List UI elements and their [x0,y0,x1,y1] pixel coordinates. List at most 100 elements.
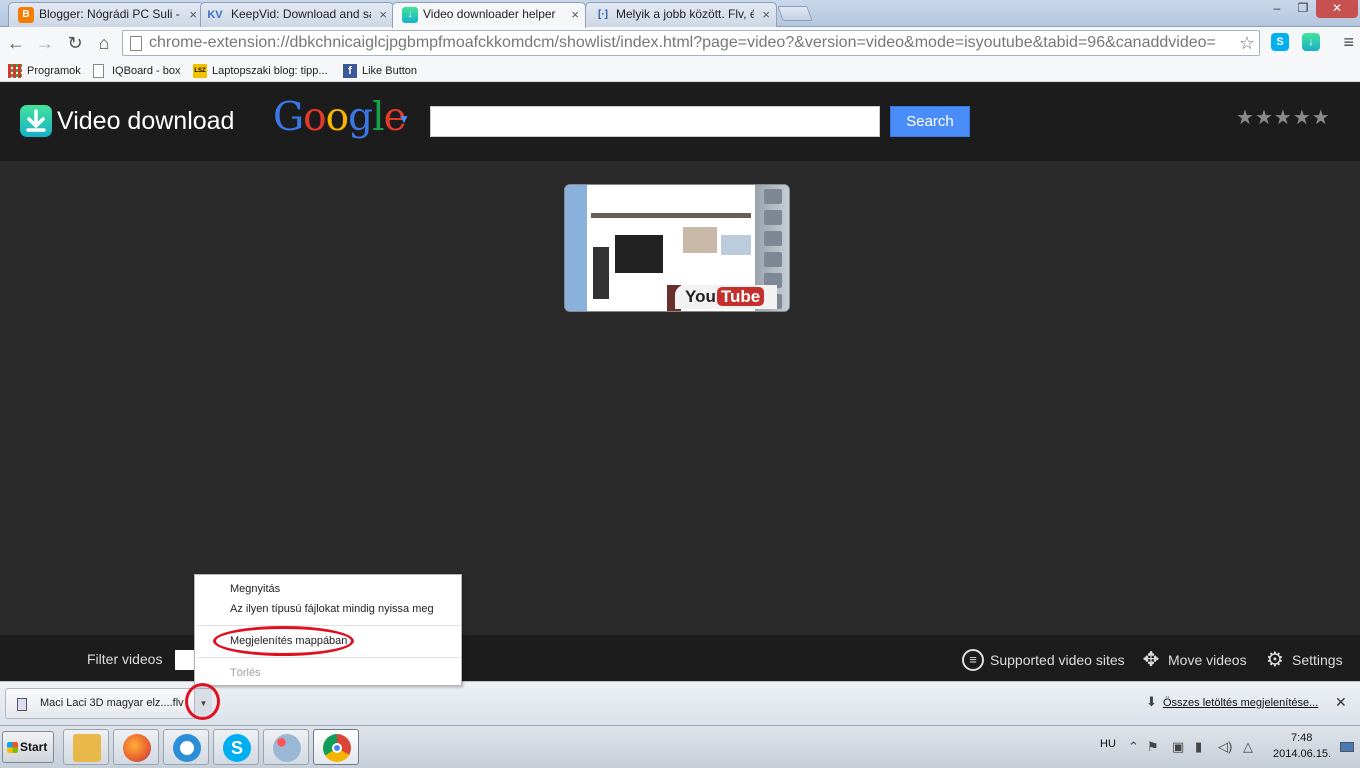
menu-separator [196,625,461,626]
tab-label: KeepVid: Download and save [231,7,371,21]
reload-button[interactable]: ↻ [63,31,87,55]
video-thumbnail[interactable]: You Tube [564,184,790,312]
close-download-shelf-button[interactable]: ✕ [1335,694,1347,711]
close-tab-icon[interactable]: × [189,3,197,26]
keepvid-icon: KV [207,9,223,21]
tray-expand-icon[interactable]: ⌃ [1128,739,1139,755]
show-all-downloads-link[interactable]: Összes letöltés megjelenítése... [1163,697,1318,709]
taskbar-firefox[interactable] [113,729,159,765]
settings-link[interactable]: ⚙ Settings [1264,648,1343,672]
bookmark-laptopszaki[interactable]: LSZ Laptopszaki blog: tipp... [193,62,328,80]
home-button[interactable]: ⌂ [92,31,116,55]
device-icon[interactable]: ▣ [1172,739,1184,755]
windows-taskbar: Start S HU ⌃ ⚑ ▣ ▮ ◁) △ 7:48 2014.06.15. [0,725,1360,768]
filter-videos-label: Filter videos [87,651,163,667]
search-button[interactable]: Search [890,106,970,137]
page-icon [93,64,104,78]
google-logo[interactable]: Google [273,96,407,140]
chrome-menu-icon[interactable]: ≡ [1343,32,1354,53]
tab-melyik[interactable]: [·] Melyik a jobb között. Flv, és × [585,2,777,27]
menu-item-always-open[interactable]: Az ilyen típusú fájlokat mindig nyissa m… [230,603,434,615]
page-icon: [·] [598,9,608,20]
address-bar[interactable]: chrome-extension://dbkchnicaiglcjpgbmpfm… [122,30,1260,56]
bookmark-label: Laptopszaki blog: tipp... [212,65,328,77]
close-window-button[interactable]: ✕ [1316,0,1358,18]
skype-icon: S [223,734,251,762]
move-videos-label: Move videos [1168,652,1247,668]
star-icon[interactable]: ★ [1312,107,1330,129]
back-button[interactable]: ← [4,31,28,55]
youtube-tube-text: Tube [716,287,765,306]
firefox-icon [123,734,151,762]
maximize-button[interactable]: ❐ [1288,0,1318,18]
new-tab-button[interactable] [777,6,813,21]
thumbnail-photo [683,227,717,253]
bookmark-iqboard[interactable]: IQBoard - box [93,62,180,80]
skype-icon[interactable]: S [1271,33,1289,51]
tab-label: Video downloader helper [423,7,556,21]
tab-video-downloader[interactable]: ↓ Video downloader helper × [392,2,586,28]
thumbnail-row [591,213,751,218]
bookmark-programok[interactable]: Programok [8,62,81,80]
move-videos-link[interactable]: ✥ Move videos [1140,648,1247,672]
volume-icon[interactable]: ◁) [1218,739,1232,755]
video-download-icon: ↓ [402,7,418,23]
youtube-you-text: You [685,287,716,306]
taskbar-explorer[interactable] [63,729,109,765]
star-icon[interactable]: ★ [1236,107,1254,129]
forward-button[interactable]: → [33,31,57,55]
video-download-icon[interactable]: ↓ [1302,33,1320,51]
url-text: chrome-extension://dbkchnicaiglcjpgbmpfm… [149,34,1216,51]
tab-blogger[interactable]: B Blogger: Nógrádi PC Suli - Be × [8,2,204,27]
chrome-icon-center [332,743,342,753]
show-desktop-button[interactable] [1340,742,1354,752]
bookmark-label: Programok [27,65,81,77]
blogger-icon: B [18,7,34,23]
youtube-logo: You Tube [675,285,777,309]
menu-separator [196,657,461,658]
settings-label: Settings [1292,652,1343,668]
action-center-flag-icon[interactable]: ⚑ [1147,739,1159,755]
close-tab-icon[interactable]: × [379,3,387,26]
annotation-circle [185,683,220,720]
tab-label: Blogger: Nógrádi PC Suli - Be [39,7,181,21]
start-button[interactable]: Start [2,731,54,763]
download-file-name: Maci Laci 3D magyar elz....flv [40,697,184,709]
star-icon[interactable]: ★ [1255,107,1273,129]
cloud-drive-icon[interactable]: △ [1243,739,1253,755]
menu-item-open[interactable]: Megnyitás [230,583,280,595]
paint-icon [273,734,301,762]
tab-keepvid[interactable]: KV KeepVid: Download and save × [200,2,394,27]
network-icon[interactable]: ▮ [1195,739,1202,755]
supported-video-sites-link[interactable]: ≡ Supported video sites [962,648,1125,672]
thumbnail-filmstrip [593,247,609,299]
bookmark-like-button[interactable]: f Like Button [343,62,417,80]
gear-icon: ⚙ [1266,649,1284,671]
thumbnail-sidebar [565,185,587,311]
star-icon[interactable]: ★ [1274,107,1292,129]
bookmarks-bar: Programok IQBoard - box LSZ Laptopszaki … [0,59,1360,82]
taskbar-paint[interactable] [263,729,309,765]
download-item[interactable]: Maci Laci 3D magyar elz....flv ▼ [5,688,212,719]
app-title: Video download [57,107,235,135]
bookmark-label: Like Button [362,65,418,77]
file-icon [17,698,27,711]
close-tab-icon[interactable]: × [571,3,579,26]
bookmark-label: IQBoard - box [112,65,181,77]
bookmark-star-icon[interactable]: ☆ [1239,31,1255,55]
tab-label: Melyik a jobb között. Flv, és [616,7,754,21]
clock-time[interactable]: 7:48 [1291,732,1312,744]
rating-stars[interactable]: ★★★★★ [1236,105,1331,130]
search-input[interactable] [430,106,880,137]
language-indicator[interactable]: HU [1100,738,1116,750]
close-tab-icon[interactable]: × [762,3,770,26]
star-icon[interactable]: ★ [1293,107,1311,129]
taskbar-chrome[interactable] [313,729,359,765]
thumbnail-widget [721,235,751,255]
supported-video-sites-label: Supported video sites [990,652,1125,668]
list-circle-icon: ≡ [962,649,984,671]
taskbar-skype[interactable]: S [213,729,259,765]
search-engine-dropdown-icon[interactable]: ▼ [398,112,410,126]
taskbar-internet-explorer[interactable] [163,729,209,765]
clock-date[interactable]: 2014.06.15. [1273,748,1331,760]
